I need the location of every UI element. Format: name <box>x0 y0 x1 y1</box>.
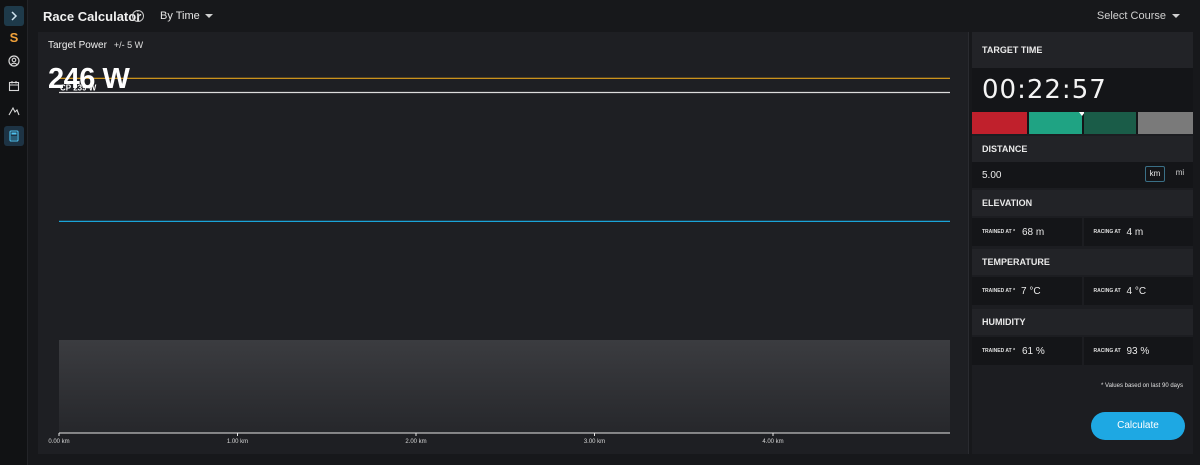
racing-at-label: RACING AT <box>1093 288 1121 294</box>
temp-racing-value: 4 °C <box>1126 286 1147 297</box>
brand-icon[interactable]: S <box>4 27 24 47</box>
x-tick-label: 4.00 km <box>762 439 783 445</box>
temperature-heading: TEMPERATURE <box>972 249 1193 275</box>
elevation-area <box>59 340 950 433</box>
mode-select[interactable]: By Time <box>160 10 213 22</box>
footnote: * Values based on last 90 days <box>1101 383 1183 389</box>
target-time-input[interactable]: 00:22:57 <box>972 68 1193 112</box>
hum-racing-value: 93 % <box>1126 346 1150 357</box>
mode-select-label: By Time <box>160 10 200 22</box>
target-power-title: Target Power <box>48 40 107 51</box>
settings-panel: TARGET TIME 00:22:57 DISTANCE 5.00 km mi… <box>972 32 1193 454</box>
x-tick-label: 0.00 km <box>48 439 69 445</box>
elevation-racing-cell[interactable]: RACING AT 4 m <box>1083 218 1193 246</box>
power-chart-panel: 0.00 km 1.00 km 2.00 km 3.00 km 4.00 km CP 2… <box>38 32 969 454</box>
racing-at-label: RACING AT <box>1093 348 1121 354</box>
calendar-icon[interactable] <box>4 76 24 96</box>
page-title: Race Calculator <box>43 9 142 24</box>
distance-input[interactable]: 5.00 <box>982 170 1001 181</box>
hum-trained-value: 61 % <box>1022 346 1045 357</box>
trained-at-label: TRAINED AT * <box>982 229 1016 235</box>
info-icon[interactable]: i <box>132 10 144 22</box>
temp-racing-cell[interactable]: RACING AT 4 °C <box>1083 277 1193 305</box>
x-tick-label: 1.00 km <box>227 439 248 445</box>
unit-mi-button[interactable]: mi <box>1171 166 1189 182</box>
pace-zone-1 <box>1029 112 1085 134</box>
trained-at-label: TRAINED AT * <box>982 288 1016 294</box>
calculate-button[interactable]: Calculate <box>1091 412 1185 440</box>
target-power-tolerance: +/- 5 W <box>113 40 144 50</box>
calculator-icon[interactable] <box>4 126 24 146</box>
course-select-label: Select Course <box>1096 10 1166 22</box>
power-chart: 0.00 km 1.00 km 2.00 km 3.00 km 4.00 km CP 2… <box>48 77 950 445</box>
humidity-heading: HUMIDITY <box>972 309 1193 335</box>
elevation-trained-value: 68 m <box>1022 227 1045 238</box>
unit-km-button[interactable]: km <box>1145 166 1165 182</box>
humidity-row: TRAINED AT * 61 % RACING AT 93 % <box>972 337 1193 365</box>
temp-trained-value: 7 °C <box>1021 286 1041 297</box>
user-icon[interactable] <box>4 51 24 71</box>
brand-letter: S <box>9 29 19 45</box>
pace-zone-3 <box>1138 112 1193 134</box>
pace-zone-bar[interactable] <box>972 112 1193 134</box>
hum-trained-cell[interactable]: TRAINED AT * 61 % <box>972 337 1082 365</box>
elevation-trained-cell[interactable]: TRAINED AT * 68 m <box>972 218 1082 246</box>
header: Race Calculator i By Time Select Course <box>28 0 1200 32</box>
distance-heading: DISTANCE <box>972 136 1193 162</box>
trained-at-label: TRAINED AT * <box>982 348 1016 354</box>
pace-zone-0 <box>972 112 1027 134</box>
distance-row: 5.00 km mi <box>972 162 1193 188</box>
course-select[interactable]: Select Course <box>1097 10 1180 22</box>
elevation-heading: ELEVATION <box>972 190 1193 216</box>
pace-zone-2 <box>1084 112 1136 134</box>
target-time-value: 00:22:57 <box>982 75 1107 105</box>
target-power-value: 246 W <box>48 63 130 95</box>
x-tick-label: 3.00 km <box>584 439 605 445</box>
temperature-row: TRAINED AT * 7 °C RACING AT 4 °C <box>972 277 1193 305</box>
route-icon[interactable] <box>4 101 24 121</box>
temp-trained-cell[interactable]: TRAINED AT * 7 °C <box>972 277 1082 305</box>
elevation-row: TRAINED AT * 68 m RACING AT 4 m <box>972 218 1193 246</box>
target-power-label: Target Power +/- 5 W <box>48 40 143 51</box>
chevron-down-icon <box>204 14 213 18</box>
hum-racing-cell[interactable]: RACING AT 93 % <box>1083 337 1193 365</box>
elevation-racing-value: 4 m <box>1126 227 1144 238</box>
expand-icon[interactable] <box>4 6 24 26</box>
racing-at-label: RACING AT <box>1093 229 1121 235</box>
target-time-heading: TARGET TIME <box>972 32 1193 68</box>
x-tick-label: 2.00 km <box>405 439 426 445</box>
chevron-down-icon <box>1172 14 1180 18</box>
left-rail: S <box>0 0 28 465</box>
